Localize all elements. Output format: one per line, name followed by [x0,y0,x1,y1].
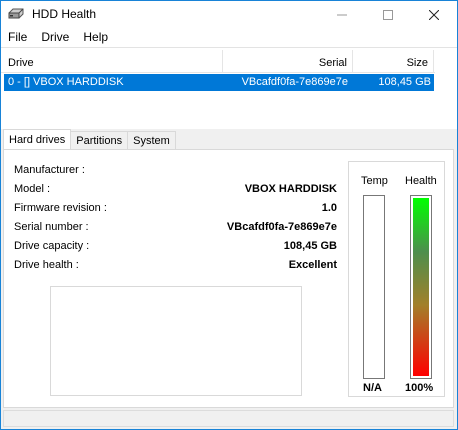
drive-list-header: Drive Serial Size [1,50,435,73]
minimize-button[interactable] [319,1,365,28]
hard-drive-icon [8,8,24,19]
health-gauge-fill [413,198,429,376]
detail-serial: Serial number : VBcafdf0fa-7e869e7e [12,219,337,238]
minimize-icon [337,14,347,15]
menu-bar: File Drive Help [1,28,457,47]
detail-model: Model : VBOX HARDDISK [12,181,337,200]
row-size: 108,45 GB [378,76,431,88]
tab-strip: Hard drives Partitions System [3,129,176,150]
gauges-box: Temp Health N/A 100% [348,161,445,397]
tab-partitions[interactable]: Partitions [70,131,129,149]
capacity-value: 108,45 GB [283,240,337,252]
column-header-serial[interactable]: Serial [223,50,353,73]
health-value: Excellent [288,259,337,271]
health-gauge [410,195,432,379]
manufacturer-label: Manufacturer : [14,164,85,176]
tab-system[interactable]: System [127,131,176,149]
capacity-label: Drive capacity : [14,240,90,252]
status-panel [3,410,454,427]
serial-value: VBcafdf0fa-7e869e7e [226,221,337,233]
column-header-drive[interactable]: Drive [1,50,223,73]
model-value: VBOX HARDDISK [244,183,337,195]
drive-details: Manufacturer : Model : VBOX HARDDISK Fir… [12,162,337,276]
close-button[interactable] [411,1,457,28]
health-label: Drive health : [14,259,79,271]
temp-gauge-label: Temp [361,175,388,187]
maximize-button[interactable] [365,1,411,28]
close-icon [429,9,439,20]
serial-label: Serial number : [14,221,89,233]
smart-attributes-box [50,286,302,396]
title-bar[interactable]: HDD Health [1,1,457,28]
window-title: HDD Health [32,7,97,21]
health-gauge-value: 100% [405,382,434,394]
row-drive: 0 - [] VBOX HARDDISK [8,76,124,88]
temp-gauge-value: N/A [363,382,382,394]
firmware-value: 1.0 [321,202,337,214]
status-bar [1,408,457,429]
temp-gauge [363,195,385,379]
maximize-icon [383,9,393,20]
detail-capacity: Drive capacity : 108,45 GB [12,238,337,257]
column-header-size[interactable]: Size [353,50,434,73]
firmware-label: Firmware revision : [14,202,107,214]
detail-health: Drive health : Excellent [12,257,337,276]
model-label: Model : [14,183,51,195]
drive-list: Drive Serial Size 0 - [] VBOX HARDDISK V… [1,47,457,129]
health-gauge-label: Health [405,175,437,187]
row-serial: VBcafdf0fa-7e869e7e [241,76,348,88]
hdd-health-window: HDD Health File Drive Help Drive Serial … [0,0,458,430]
detail-firmware: Firmware revision : 1.0 [12,200,337,219]
detail-manufacturer: Manufacturer : [12,162,337,181]
menu-help[interactable]: Help [76,28,115,47]
tab-hard-drives[interactable]: Hard drives [3,129,72,149]
table-row[interactable]: 0 - [] VBOX HARDDISK VBcafdf0fa-7e869e7e… [4,74,434,91]
menu-drive[interactable]: Drive [34,28,76,47]
menu-file[interactable]: File [1,28,34,47]
hard-drives-panel: Manufacturer : Model : VBOX HARDDISK Fir… [3,149,454,408]
